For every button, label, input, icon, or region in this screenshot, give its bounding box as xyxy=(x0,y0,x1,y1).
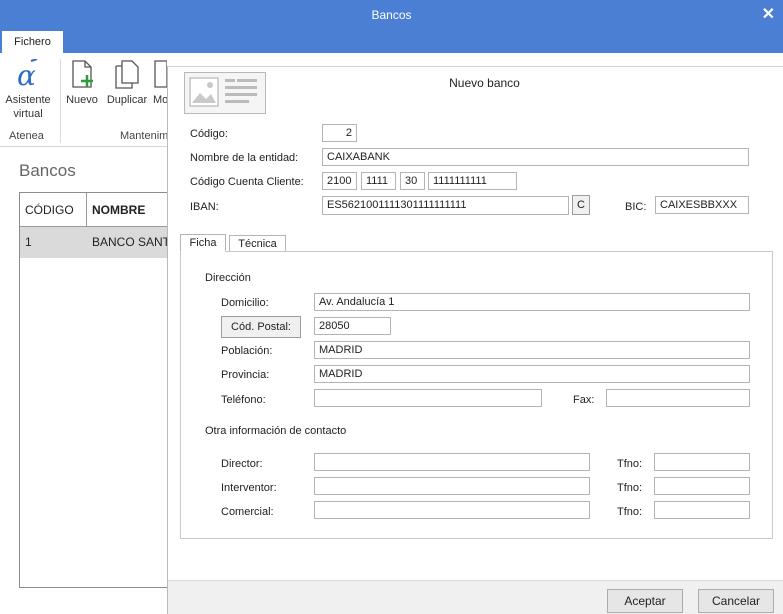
interventor-label: Interventor: xyxy=(221,482,277,494)
nuevo-label: Nuevo xyxy=(66,94,98,106)
provincia-field[interactable]: MADRID xyxy=(314,365,750,383)
iban-calculate-button[interactable]: C xyxy=(572,195,590,215)
director-field[interactable] xyxy=(314,453,590,471)
new-document-icon xyxy=(72,60,93,88)
window-titlebar: Bancos ✕ xyxy=(0,0,783,31)
interventor-tfno-label: Tfno: xyxy=(617,482,643,494)
telefono-field[interactable] xyxy=(314,389,542,407)
column-header-codigo[interactable]: CÓDIGO xyxy=(20,193,87,227)
direccion-heading: Dirección xyxy=(205,272,251,284)
provincia-label: Provincia: xyxy=(221,369,270,381)
entidad-label: Nombre de la entidad: xyxy=(190,152,299,164)
aceptar-button[interactable]: Aceptar xyxy=(607,589,683,613)
ficha-panel: Dirección Domicilio: Av. Andalucía 1 Cód… xyxy=(180,251,773,539)
ribbon-tab-row: Fichero xyxy=(0,31,783,53)
domicilio-label: Domicilio: xyxy=(221,297,269,309)
codigo-postal-field[interactable]: 28050 xyxy=(314,317,391,335)
ccc-cuenta-field[interactable]: 1111111111 xyxy=(428,172,517,190)
asistente-label-2: virtual xyxy=(13,108,43,120)
alpha-icon: α xyxy=(17,59,38,89)
interventor-field[interactable] xyxy=(314,477,590,495)
cell-codigo: 1 xyxy=(25,235,32,249)
director-label: Director: xyxy=(221,458,263,470)
table-header: CÓDIGO NOMBRE xyxy=(20,193,167,227)
dialog-footer: Aceptar Cancelar xyxy=(168,580,783,614)
page-title: Bancos xyxy=(19,161,76,180)
ccc-oficina-field[interactable]: 1111 xyxy=(361,172,396,190)
group-mantenimiento: Mantenim xyxy=(120,130,169,142)
interventor-tfno-field[interactable] xyxy=(654,477,750,495)
duplicar-label: Duplicar xyxy=(106,94,148,106)
director-tfno-label: Tfno: xyxy=(617,458,643,470)
codigo-label: Código: xyxy=(190,128,228,140)
comercial-tfno-field[interactable] xyxy=(654,501,750,519)
entidad-field[interactable]: CAIXABANK xyxy=(322,148,749,166)
tab-fichero[interactable]: Fichero xyxy=(2,31,63,53)
fax-label: Fax: xyxy=(573,394,595,406)
svg-text:α: α xyxy=(17,59,36,89)
window-title: Bancos xyxy=(371,8,412,22)
cell-nombre: BANCO SANTA xyxy=(92,235,167,249)
duplicar-button[interactable]: Duplicar xyxy=(104,59,150,107)
cancelar-button[interactable]: Cancelar xyxy=(698,589,774,613)
close-icon[interactable]: ✕ xyxy=(762,4,775,24)
duplicate-icon xyxy=(115,60,139,89)
iban-label: IBAN: xyxy=(190,201,219,213)
codigo-postal-button[interactable]: Cód. Postal: xyxy=(221,316,301,338)
iban-field[interactable]: ES5621001111301111111111 xyxy=(322,196,569,215)
modificar-label: Mo xyxy=(153,94,167,106)
modificar-button[interactable]: Mo xyxy=(153,59,167,107)
ribbon-separator xyxy=(60,59,61,143)
asistente-virtual-button[interactable]: α Asistente virtual xyxy=(3,59,53,121)
fax-field[interactable] xyxy=(606,389,750,407)
telefono-label: Teléfono: xyxy=(221,394,266,406)
banks-table: CÓDIGO NOMBRE 1 BANCO SANTA xyxy=(19,192,168,588)
table-row[interactable]: 1 BANCO SANTA xyxy=(20,227,167,258)
comercial-label: Comercial: xyxy=(221,506,274,518)
dialog-title: Nuevo banco xyxy=(449,76,520,90)
comercial-tfno-label: Tfno: xyxy=(617,506,643,518)
domicilio-field[interactable]: Av. Andalucía 1 xyxy=(314,293,750,311)
bic-label: BIC: xyxy=(625,201,647,213)
asistente-label-1: Asistente xyxy=(5,94,51,106)
poblacion-field[interactable]: MADRID xyxy=(314,341,750,359)
ccc-entidad-field[interactable]: 2100 xyxy=(322,172,357,190)
ccc-label: Código Cuenta Cliente: xyxy=(190,176,304,188)
codigo-field[interactable]: 2 xyxy=(322,124,357,142)
new-bank-dialog: Nuevo banco Código: 2 Nombre de la entid… xyxy=(167,66,783,614)
column-header-nombre[interactable]: NOMBRE xyxy=(87,193,145,227)
ccc-dc-field[interactable]: 30 xyxy=(400,172,425,190)
edit-document-icon xyxy=(154,60,167,88)
poblacion-label: Población: xyxy=(221,345,273,357)
group-atenea: Atenea xyxy=(9,130,44,142)
bic-field[interactable]: CAIXESBBXXX xyxy=(655,196,749,214)
comercial-field[interactable] xyxy=(314,501,590,519)
tab-ficha[interactable]: Ficha xyxy=(180,234,226,252)
director-tfno-field[interactable] xyxy=(654,453,750,471)
contacto-heading: Otra información de contacto xyxy=(205,425,347,437)
nuevo-button[interactable]: Nuevo xyxy=(63,59,101,107)
